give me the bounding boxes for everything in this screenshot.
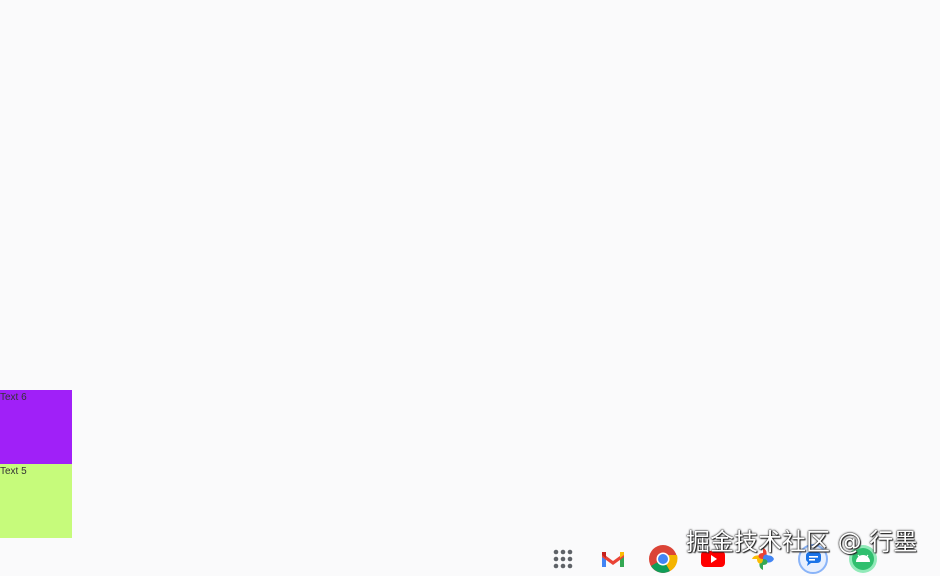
gmail-icon[interactable] bbox=[598, 544, 628, 574]
text-5-label: Text 5 bbox=[0, 466, 27, 477]
watermark: 掘金技术社区 @ 行墨 bbox=[686, 528, 918, 556]
chrome-icon[interactable] bbox=[648, 544, 678, 574]
text-6-label: Text 6 bbox=[0, 392, 27, 403]
text-5-box: Text 5 bbox=[0, 464, 72, 538]
app-launcher-icon[interactable] bbox=[548, 544, 578, 574]
text-6-box: Text 6 bbox=[0, 390, 72, 464]
